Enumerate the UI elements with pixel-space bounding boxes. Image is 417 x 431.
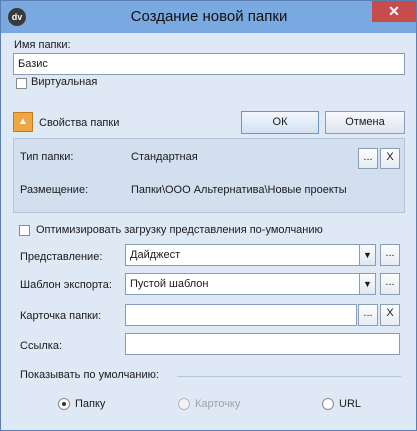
- view-select[interactable]: Дайджест: [125, 244, 360, 266]
- dialog-title: Создание новой папки: [130, 8, 288, 25]
- type-browse-button[interactable]: ...: [358, 148, 378, 169]
- ok-button[interactable]: ОК: [241, 111, 319, 134]
- folder-name-input[interactable]: Базис: [13, 53, 405, 75]
- folder-card-input[interactable]: [125, 304, 357, 326]
- view-browse-button[interactable]: ...: [380, 244, 400, 266]
- default-view-label: Показывать по умолчанию:: [20, 369, 159, 381]
- close-button[interactable]: ✕: [372, 1, 416, 22]
- radio-card[interactable]: [178, 398, 190, 410]
- title-bar[interactable]: dv Создание новой папки ✕: [1, 1, 416, 33]
- view-label: Представление:: [20, 251, 103, 263]
- radio-folder-label: Папку: [75, 398, 106, 410]
- create-folder-dialog: dv Создание новой папки ✕ Имя папки: Баз…: [0, 0, 417, 431]
- export-browse-button[interactable]: ...: [380, 273, 400, 295]
- virtual-checkbox[interactable]: [16, 78, 27, 89]
- location-label: Размещение:: [20, 184, 89, 196]
- folder-type-value: Стандартная: [131, 151, 198, 163]
- chevron-up-icon: ▲: [18, 116, 28, 127]
- export-template-label: Шаблон экспорта:: [20, 279, 112, 291]
- radio-url-label: URL: [339, 398, 362, 410]
- app-logo-icon: dv: [8, 8, 26, 26]
- card-browse-button[interactable]: ...: [358, 304, 378, 326]
- location-value: Папки\ООО Альтернатива\Новые проекты: [131, 184, 347, 196]
- cancel-button[interactable]: Отмена: [325, 111, 405, 134]
- folder-type-label: Тип папки:: [20, 151, 74, 163]
- card-clear-button[interactable]: X: [380, 304, 400, 326]
- link-input[interactable]: [125, 333, 400, 355]
- view-dropdown-button[interactable]: ▼: [359, 244, 376, 266]
- folder-name-label: Имя папки:: [14, 39, 71, 51]
- properties-header: Свойства папки: [39, 117, 120, 129]
- chevron-down-icon: ▼: [363, 250, 372, 260]
- section-divider: [177, 376, 401, 377]
- export-template-select[interactable]: Пустой шаблон: [125, 273, 360, 295]
- radio-folder[interactable]: [58, 398, 70, 410]
- chevron-down-icon: ▼: [363, 279, 372, 289]
- link-label: Ссылка:: [20, 340, 62, 352]
- virtual-label: Виртуальная: [31, 76, 98, 88]
- properties-panel: [13, 138, 405, 213]
- radio-url[interactable]: [322, 398, 334, 410]
- optimize-checkbox[interactable]: [19, 225, 30, 236]
- optimize-label: Оптимизировать загрузку представления по…: [36, 224, 323, 236]
- export-dropdown-button[interactable]: ▼: [359, 273, 376, 295]
- folder-card-label: Карточка папки:: [20, 310, 102, 322]
- type-clear-button[interactable]: X: [380, 148, 400, 169]
- collapse-properties-button[interactable]: ▲: [13, 112, 33, 132]
- radio-card-label: Карточку: [195, 398, 241, 410]
